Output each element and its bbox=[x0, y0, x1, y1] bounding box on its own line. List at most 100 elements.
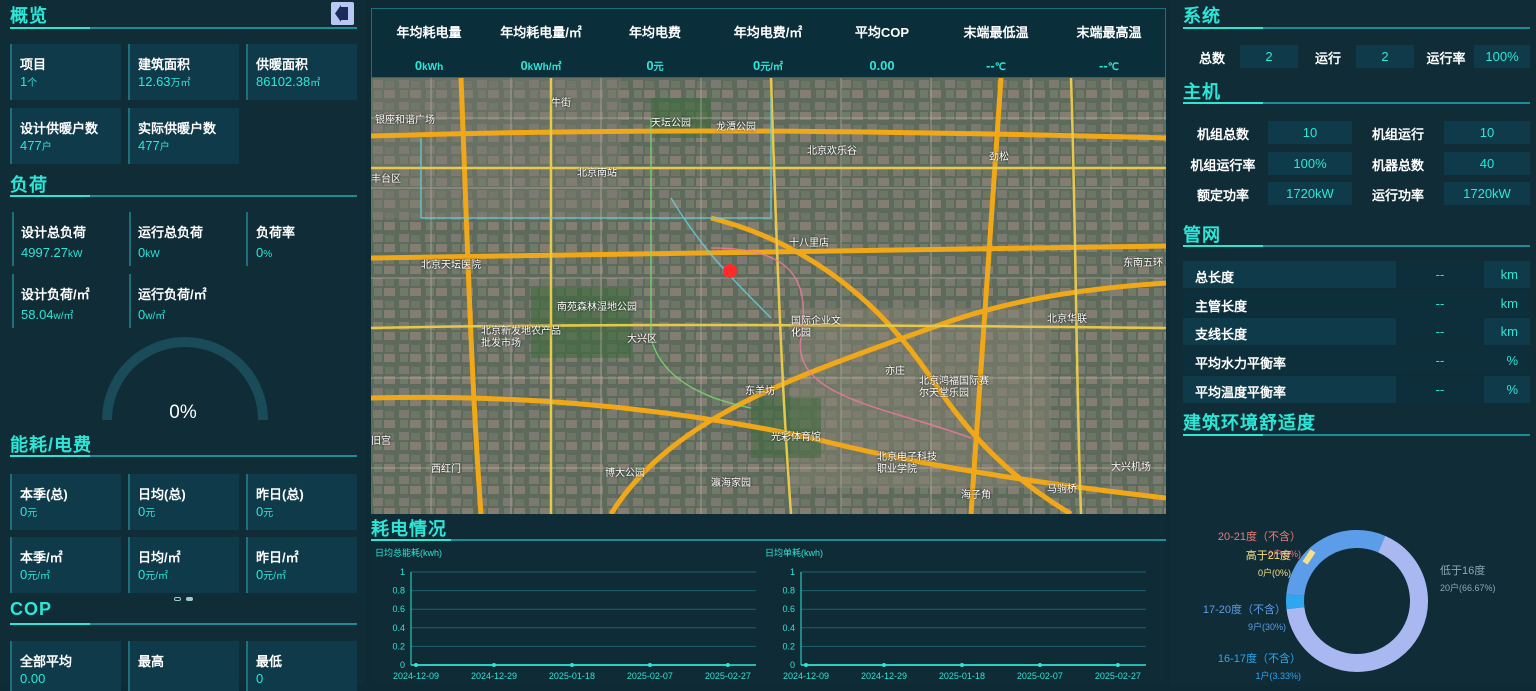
metric-design-total-load: 设计总负荷 4997.27kW bbox=[21, 222, 86, 260]
map-label: 劲松 bbox=[989, 148, 1009, 163]
data-point bbox=[960, 663, 964, 667]
card-value: 1个 bbox=[20, 74, 37, 89]
card-value: 86102.38㎡ bbox=[256, 74, 320, 89]
map-label: 天坛公园 bbox=[651, 114, 691, 129]
donut-label-value: 1户(3.33%) bbox=[1255, 670, 1301, 681]
chart-ylabel: 日均单耗(kwh) bbox=[765, 547, 823, 558]
host-units-total-label: 机组总数 bbox=[1183, 124, 1263, 143]
cop-title: COP bbox=[10, 599, 52, 620]
map-label: 牛街 bbox=[551, 94, 571, 109]
pipe-row-hydraulic-balance: 平均水力平衡率 -- % bbox=[1183, 347, 1530, 374]
data-point bbox=[648, 663, 652, 667]
card-label: 昨日/㎡ bbox=[256, 547, 299, 566]
host-units-running-label: 机组运行 bbox=[1358, 124, 1438, 143]
metric-running-total-load: 运行总负荷 0kW bbox=[138, 222, 203, 260]
host-running-power-value: 1720kW bbox=[1444, 182, 1530, 205]
data-point bbox=[492, 663, 496, 667]
pipe-row-total-length: 总长度 -- km bbox=[1183, 261, 1530, 288]
map-label: 北京天坛医院 bbox=[421, 256, 481, 271]
map-label: 丰台区 bbox=[371, 170, 401, 185]
map-label: 西红门 bbox=[431, 460, 461, 475]
pipe-name: 总长度 bbox=[1195, 267, 1234, 286]
system-title: 系统 bbox=[1183, 2, 1221, 28]
x-tick-label: 2024-12-29 bbox=[471, 671, 517, 681]
map-label: 龙潭公园 bbox=[716, 118, 756, 133]
comfort-donut-chart: 低于16度20户(66.67%)16-17度（不含）1户(3.33%)17-20… bbox=[1170, 440, 1536, 685]
data-point bbox=[1116, 663, 1120, 667]
cop-card-average: 全部平均 0.00 bbox=[10, 641, 121, 691]
pipe-unit: % bbox=[1506, 353, 1518, 368]
stat-label: 年均电费 bbox=[599, 22, 711, 41]
metric-running-load-per-m2: 运行负荷/㎡ 0w/㎡ bbox=[138, 284, 207, 322]
stat-terminal-max-temp: 末端最高温 --℃ bbox=[1053, 9, 1165, 73]
host-units-running-value: 10 bbox=[1444, 121, 1530, 144]
x-tick-label: 2024-12-09 bbox=[783, 671, 829, 681]
x-tick-label: 2025-02-27 bbox=[705, 671, 751, 681]
y-tick-label: 0.2 bbox=[782, 641, 795, 651]
card-value: 0元 bbox=[138, 504, 155, 519]
overview-card-actual-households: 实际供暖户数 477户 bbox=[128, 108, 239, 164]
card-label: 设计供暖户数 bbox=[20, 118, 98, 137]
data-point bbox=[570, 663, 574, 667]
card-label: 建筑面积 bbox=[138, 54, 190, 73]
card-label: 项目 bbox=[20, 54, 46, 73]
y-tick-label: 0 bbox=[400, 660, 405, 670]
energy-card-yesterday-per-m2: 昨日/㎡ 0元/㎡ bbox=[246, 537, 357, 593]
system-rate-value: 100% bbox=[1474, 45, 1530, 68]
donut-label-name: 20-21度（不含） bbox=[1218, 529, 1301, 543]
x-tick-label: 2024-12-29 bbox=[861, 671, 907, 681]
overview-card-building-area: 建筑面积 12.63万㎡ bbox=[128, 44, 239, 100]
load-title: 负荷 bbox=[10, 171, 48, 197]
system-total-value: 2 bbox=[1240, 45, 1298, 68]
host-machines-total-label: 机器总数 bbox=[1358, 155, 1438, 174]
pipe-value: -- bbox=[1396, 290, 1484, 317]
map-label: 海子角 bbox=[961, 486, 991, 501]
pager-dot-1[interactable] bbox=[174, 597, 181, 601]
stat-value: 0kWh bbox=[373, 58, 485, 73]
map-label: 亦庄 bbox=[885, 362, 905, 377]
metric-value: 58.04w/㎡ bbox=[21, 307, 90, 322]
energy-card-daily-per-m2: 日均/㎡ 0元/㎡ bbox=[128, 537, 239, 593]
stat-label: 年均电费/㎡ bbox=[712, 22, 824, 41]
donut-label-name: 高于21度 bbox=[1246, 548, 1291, 562]
map-view[interactable]: 银座和谐广场 牛街 天坛公园 龙潭公园 北京南站 北京欢乐谷 劲松 丰台区 北京… bbox=[371, 78, 1166, 514]
overview-card-heating-area: 供暖面积 86102.38㎡ bbox=[246, 44, 357, 100]
stat-value: --℃ bbox=[1053, 58, 1165, 73]
data-point bbox=[414, 663, 418, 667]
card-value: 0元/㎡ bbox=[20, 567, 50, 582]
card-value: 0元 bbox=[20, 504, 37, 519]
overview-title: 概览 bbox=[10, 2, 48, 28]
host-rated-power-label: 额定功率 bbox=[1183, 185, 1263, 204]
stat-annual-cost: 年均电费 0元 bbox=[599, 9, 711, 73]
metric-label: 负荷率 bbox=[256, 222, 295, 241]
chart-ylabel: 日均总能耗(kwh) bbox=[375, 547, 442, 558]
map-label: 北京新发地农产品批发市场 bbox=[481, 326, 561, 350]
map-labels: 银座和谐广场 牛街 天坛公园 龙潭公园 北京南站 北京欢乐谷 劲松 丰台区 北京… bbox=[371, 78, 1166, 514]
stat-annual-power-per-m2: 年均耗电量/㎡ 0kWh/㎡ bbox=[485, 9, 597, 73]
collapse-button[interactable] bbox=[331, 2, 354, 25]
stat-value: 0.00 bbox=[826, 58, 938, 73]
card-value: 477户 bbox=[138, 138, 170, 153]
card-label: 昨日(总) bbox=[256, 484, 304, 503]
system-total-label: 总数 bbox=[1190, 48, 1234, 67]
metric-load-rate: 负荷率 0% bbox=[256, 222, 295, 260]
metric-value: 0kW bbox=[138, 245, 203, 260]
pager-dot-2[interactable] bbox=[186, 597, 193, 601]
pipe-unit: km bbox=[1501, 267, 1518, 282]
host-machines-total-value: 40 bbox=[1444, 152, 1530, 175]
metric-value: 0% bbox=[256, 245, 295, 260]
x-tick-label: 2024-12-09 bbox=[393, 671, 439, 681]
card-label: 最高 bbox=[138, 651, 164, 670]
card-label: 日均/㎡ bbox=[138, 547, 181, 566]
energy-card-season-total: 本季(总) 0元 bbox=[10, 474, 121, 530]
pipe-value: -- bbox=[1396, 376, 1484, 403]
power-panel: 耗电情况 日均总能耗(kwh)10.80.60.40.202024-12-092… bbox=[371, 514, 1166, 685]
card-value: 0元/㎡ bbox=[256, 567, 286, 582]
map-label: 东羊坊 bbox=[745, 382, 775, 397]
host-rated-power-value: 1720kW bbox=[1268, 182, 1352, 205]
stat-average-cop: 平均COP 0.00 bbox=[826, 9, 938, 73]
power-charts: 日均总能耗(kwh)10.80.60.40.202024-12-092024-1… bbox=[371, 542, 1166, 685]
stat-label: 平均COP bbox=[826, 22, 938, 41]
metric-label: 运行负荷/㎡ bbox=[138, 284, 207, 303]
stat-annual-power: 年均耗电量 0kWh bbox=[373, 9, 485, 73]
